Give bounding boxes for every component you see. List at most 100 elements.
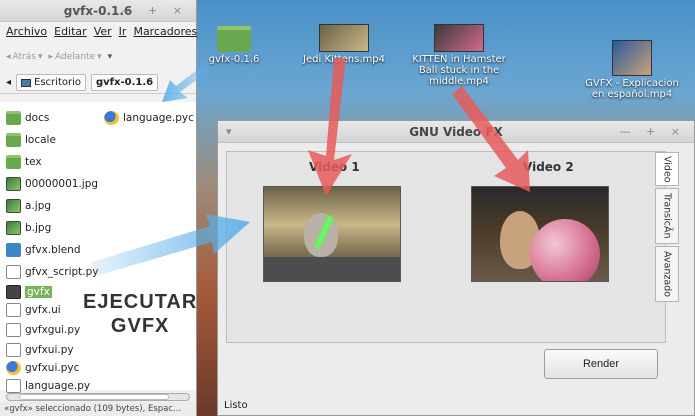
- render-button[interactable]: Render: [544, 349, 658, 379]
- menu-ver[interactable]: Ver: [94, 25, 112, 42]
- ui-file-icon: [6, 303, 21, 317]
- script-icon: [6, 323, 21, 337]
- menu-editar[interactable]: Editar: [54, 25, 87, 42]
- arrow-right-icon: ▸: [48, 52, 54, 62]
- menu-bar: Archivo Editar Ver Ir Marcadores: [0, 22, 197, 42]
- list-item[interactable]: a.jpg: [6, 196, 51, 216]
- tab-avanzado[interactable]: Avanzado: [655, 246, 679, 302]
- chair-shape: [264, 257, 400, 281]
- toolbar: ◂ Atrás ▾ ▸ Adelante ▾ ▾: [0, 42, 196, 72]
- executable-icon: [6, 285, 21, 299]
- path-back-icon[interactable]: ◂: [6, 77, 11, 88]
- forward-label: Adelante: [55, 52, 96, 62]
- window-controls[interactable]: — + ×: [620, 125, 686, 138]
- file-name: gvfxgui.py: [25, 324, 81, 336]
- desktop-icon-video[interactable]: GVFX - Explicacion en español.mp4: [582, 40, 682, 100]
- list-item[interactable]: tex: [6, 152, 42, 172]
- python-icon: [6, 361, 21, 375]
- file-list: docs language.pyc locale tex 00000001.jp…: [0, 102, 196, 393]
- file-name: gvfx.ui: [25, 304, 61, 316]
- file-name: gfvx_script.py: [25, 266, 99, 278]
- menu-ir[interactable]: Ir: [119, 25, 127, 42]
- list-item[interactable]: 00000001.jpg: [6, 174, 98, 194]
- breadcrumb-current[interactable]: gvfx-0.1.6: [91, 74, 159, 91]
- file-manager-titlebar[interactable]: gvfx-0.1.6 — + ×: [0, 0, 196, 22]
- desktop-icon: [21, 78, 32, 87]
- tab-label: Video: [661, 155, 673, 183]
- list-item-selected[interactable]: gvfx: [6, 282, 52, 302]
- list-item[interactable]: gvfx.ui: [6, 300, 61, 320]
- script-icon: [6, 265, 21, 279]
- tab-transicion[interactable]: TransicÃn: [655, 188, 679, 244]
- desktop-icon-label: KITTEN in Hamster Ball stuck in the midd…: [412, 54, 506, 87]
- list-item[interactable]: docs: [6, 108, 49, 128]
- menu-archivo[interactable]: Archivo: [6, 25, 47, 42]
- scrollbar-thumb[interactable]: [19, 394, 169, 400]
- file-name: docs: [25, 112, 50, 124]
- breadcrumb: ◂ Escritorio gvfx-0.1.6: [0, 72, 196, 94]
- video-thumbnail-icon: [612, 40, 652, 76]
- folder-icon: [6, 111, 21, 125]
- tab-video[interactable]: Video: [655, 152, 679, 186]
- file-name: language.py: [25, 380, 91, 392]
- list-item[interactable]: gvfxgui.py: [6, 320, 80, 340]
- script-icon: [6, 379, 21, 393]
- file-name: tex: [25, 156, 42, 168]
- list-item[interactable]: gvfxui.pyc: [6, 358, 79, 378]
- video-thumbnail-icon: [319, 24, 369, 52]
- folder-icon: [6, 133, 21, 147]
- desktop-icon-video[interactable]: KITTEN in Hamster Ball stuck in the midd…: [403, 24, 515, 87]
- image-icon: [6, 221, 21, 235]
- annotation-text: EJECUTAR GVFX: [83, 290, 197, 338]
- desktop-icon-folder[interactable]: gvfx-0.1.6: [205, 26, 263, 65]
- chevron-down-icon[interactable]: ▾: [108, 52, 113, 62]
- file-name: 00000001.jpg: [25, 178, 99, 190]
- video1-preview[interactable]: [263, 186, 401, 282]
- python-icon: [104, 111, 119, 125]
- desktop-icon-video[interactable]: Jedi Kittens.mp4: [300, 24, 388, 65]
- list-item[interactable]: language.pyc: [104, 108, 194, 128]
- chevron-down-icon: ▾: [37, 52, 43, 62]
- video-thumbnail-icon: [434, 24, 484, 52]
- video-panel: Video 1 Video 2 Video TransicÃn Avanzado: [226, 151, 679, 343]
- breadcrumb-label: Escritorio: [34, 77, 81, 88]
- menu-marcadores[interactable]: Marcadores: [133, 25, 197, 42]
- arrow-left-icon: ◂: [6, 52, 11, 62]
- video2-preview[interactable]: [471, 186, 609, 282]
- script-icon: [6, 343, 21, 357]
- file-name: a.jpg: [25, 200, 52, 212]
- back-button[interactable]: ◂ Atrás ▾: [6, 52, 43, 62]
- video2-label: Video 2: [523, 160, 574, 174]
- folder-icon: [6, 155, 21, 169]
- image-icon: [6, 177, 21, 191]
- folder-icon: [217, 26, 251, 52]
- file-name: locale: [25, 134, 56, 146]
- file-name: gvfxui.py: [25, 344, 74, 356]
- list-item[interactable]: gfvx.blend: [6, 240, 81, 260]
- desktop-icon-label: gvfx-0.1.6: [208, 54, 260, 65]
- file-manager-window: gvfx-0.1.6 — + × Archivo Editar Ver Ir M…: [0, 0, 197, 416]
- annotation-line-1: EJECUTAR: [83, 291, 198, 313]
- desktop-icon-label: GVFX - Explicacion en español.mp4: [585, 78, 679, 100]
- tab-label: Avanzado: [661, 250, 673, 298]
- status-bar: «gvfx» seleccionado (109 bytes), Espac..…: [0, 402, 196, 416]
- list-item[interactable]: gfvx_script.py: [6, 262, 99, 282]
- list-item[interactable]: gvfxui.py: [6, 340, 74, 360]
- breadcrumb-escritorio[interactable]: Escritorio: [16, 74, 86, 91]
- video-fx-window: ▾ GNU Video FX — + × Video 1 Video 2 Vid…: [217, 120, 695, 416]
- status-label: Listo: [224, 400, 248, 411]
- file-name: gfvx.blend: [25, 244, 81, 256]
- file-name: language.pyc: [123, 112, 194, 124]
- horizontal-scrollbar[interactable]: [6, 393, 190, 401]
- file-name: gvfx: [25, 286, 52, 298]
- list-item[interactable]: locale: [6, 130, 56, 150]
- desktop-icon-label: Jedi Kittens.mp4: [303, 54, 385, 65]
- list-item[interactable]: b.jpg: [6, 218, 51, 238]
- video1-label: Video 1: [309, 160, 360, 174]
- annotation-line-2: GVFX: [110, 315, 170, 337]
- back-label: Atrás: [12, 52, 36, 62]
- video-fx-titlebar[interactable]: ▾ GNU Video FX — + ×: [218, 121, 694, 143]
- forward-button[interactable]: ▸ Adelante ▾: [49, 52, 102, 62]
- window-controls[interactable]: — + ×: [122, 4, 188, 17]
- file-name: gvfxui.pyc: [25, 362, 80, 374]
